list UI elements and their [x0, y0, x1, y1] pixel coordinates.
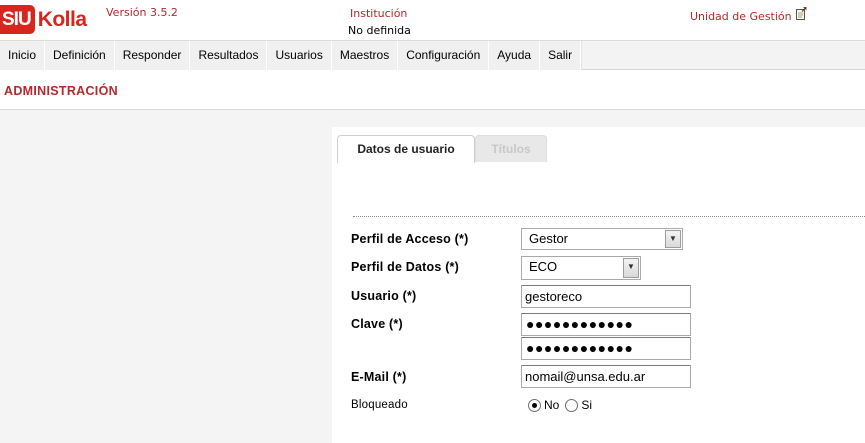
tab-titulos[interactable]: Títulos [475, 135, 547, 162]
edit-note-icon[interactable] [796, 7, 807, 20]
menu-item-maestros[interactable]: Maestros [331, 41, 399, 70]
bloqueado-si-label[interactable]: Si [581, 398, 592, 412]
bloqueado-radio-group: No Si [528, 398, 598, 412]
perfil-datos-label: Perfil de Datos (*) [351, 260, 459, 274]
user-form-panel: Datos de usuario Títulos Perfil de Acces… [332, 127, 865, 443]
form-divider [353, 216, 865, 217]
menu-item-configuracion[interactable]: Configuración [398, 41, 490, 70]
app-header: SIU Kolla Versión 3.5.2 Institución No d… [0, 0, 865, 40]
menu-item-usuarios[interactable]: Usuarios [267, 41, 332, 70]
menu-item-definicion[interactable]: Definición [45, 41, 115, 70]
bloqueado-si-radio[interactable] [565, 398, 579, 412]
menu-item-ayuda[interactable]: Ayuda [489, 41, 541, 70]
menu-item-salir[interactable]: Salir [540, 41, 582, 70]
logo-kolla-text: Kolla [37, 7, 87, 31]
email-input[interactable]: nomail@unsa.edu.ar [521, 365, 691, 388]
perfil-datos-select[interactable]: ECO ▼ [521, 256, 641, 280]
clave-label: Clave (*) [351, 317, 403, 331]
logo-siu-text: SIU [0, 5, 35, 34]
bloqueado-no-label[interactable]: No [544, 398, 559, 412]
bloqueado-label: Bloqueado [351, 399, 408, 411]
main-menu: Inicio Definición Responder Resultados U… [0, 40, 865, 70]
bloqueado-no-radio[interactable] [528, 398, 541, 412]
tab-datos-usuario[interactable]: Datos de usuario [337, 135, 475, 163]
usuario-input[interactable]: gestoreco [521, 285, 691, 308]
menu-item-resultados[interactable]: Resultados [190, 41, 268, 70]
usuario-label: Usuario (*) [351, 289, 417, 303]
institution-value: No definida [348, 24, 411, 37]
perfil-acceso-label: Perfil de Acceso (*) [351, 232, 469, 246]
page-title: ADMINISTRACIÓN [4, 84, 118, 98]
chevron-down-icon[interactable]: ▼ [665, 230, 681, 248]
perfil-acceso-select[interactable]: Gestor ▼ [521, 228, 683, 250]
unit-label[interactable]: Unidad de Gestión [690, 10, 792, 23]
clave-input[interactable]: ●●●●●●●●●●●● [521, 313, 691, 336]
perfil-datos-value: ECO [529, 259, 558, 274]
institution-label: Institución [350, 7, 408, 20]
clave-confirm-input[interactable]: ●●●●●●●●●●●● [521, 337, 691, 360]
email-label: E-Mail (*) [351, 370, 407, 384]
menu-item-responder[interactable]: Responder [114, 41, 191, 70]
perfil-acceso-value: Gestor [529, 231, 569, 246]
version-label: Versión 3.5.2 [106, 6, 178, 19]
menu-item-inicio[interactable]: Inicio [0, 41, 46, 70]
siu-kolla-logo[interactable]: SIU Kolla [0, 5, 87, 34]
chevron-down-icon[interactable]: ▼ [623, 258, 639, 278]
